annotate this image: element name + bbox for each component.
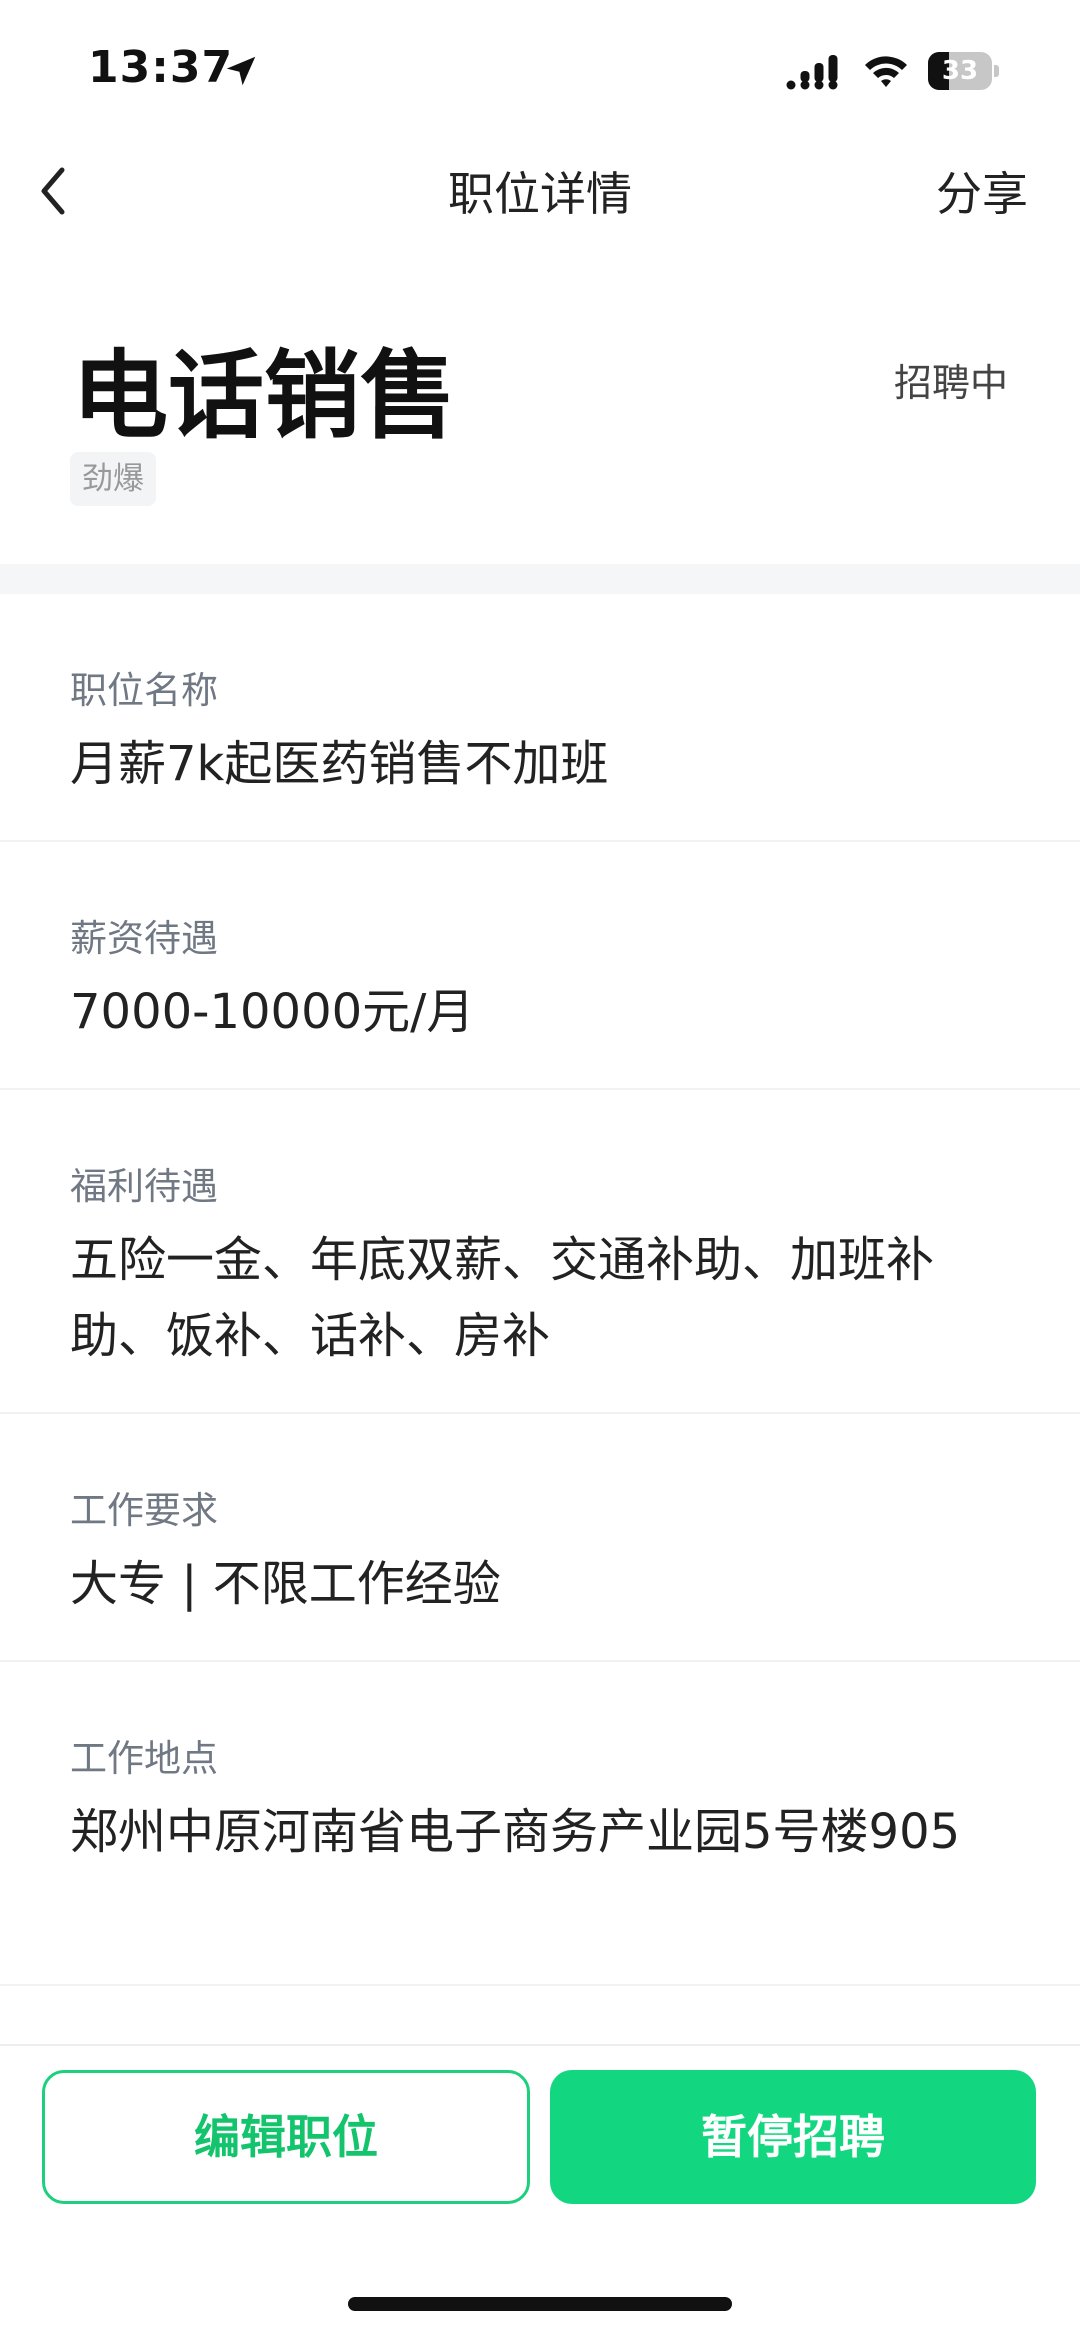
pause-recruiting-button[interactable]: 暂停招聘 xyxy=(550,2070,1036,2204)
section-label: 福利待遇 xyxy=(70,1165,218,1208)
section-salary: 薪资待遇 7000-10000元/月 xyxy=(0,842,1080,1090)
wifi-icon xyxy=(865,56,907,87)
section-job-name: 职位名称 月薪7k起医药销售不加班 xyxy=(0,594,1080,842)
battery-tip xyxy=(994,65,999,77)
section-label: 薪资待遇 xyxy=(70,917,218,960)
section-label: 工作要求 xyxy=(70,1489,218,1532)
section-value: 大专 | 不限工作经验 xyxy=(70,1556,501,1612)
section-value: 五险一金、年底双薪、交通补助、加班补助、饭补、话补、房补 xyxy=(70,1232,935,1364)
nav-bar: 职位详情 分享 xyxy=(0,140,1080,240)
battery-icon: 33 xyxy=(928,52,1000,90)
battery-body: 33 xyxy=(928,52,992,90)
section-divider xyxy=(0,564,1080,594)
recruit-status: 招聘中 xyxy=(893,361,1008,405)
section-value: 月薪7k起医药销售不加班 xyxy=(70,736,609,792)
status-bar: 13:37 33 xyxy=(0,0,1080,140)
location-arrow-icon xyxy=(226,56,256,86)
signal-icon xyxy=(786,55,838,90)
bottom-action-bar: 编辑职位 暂停招聘 xyxy=(0,2044,1080,2339)
edit-job-button[interactable]: 编辑职位 xyxy=(42,2070,530,2204)
section-value: 7000-10000元/月 xyxy=(70,984,475,1040)
section-label: 工作地点 xyxy=(70,1737,218,1780)
section-benefits: 福利待遇 五险一金、年底双薪、交通补助、加班补助、饭补、话补、房补 xyxy=(0,1090,1080,1414)
job-tag: 劲爆 xyxy=(70,452,156,506)
battery-level: 33 xyxy=(941,56,979,86)
home-indicator xyxy=(348,2297,732,2311)
section-requirements: 工作要求 大专 | 不限工作经验 xyxy=(0,1414,1080,1662)
section-label: 职位名称 xyxy=(70,669,218,712)
job-title: 电话销售 xyxy=(72,340,456,452)
share-button[interactable]: 分享 xyxy=(936,158,1028,224)
section-value: 郑州中原河南省电子商务产业园5号楼905 xyxy=(70,1804,961,1860)
page-title: 职位详情 xyxy=(448,167,632,221)
section-location: 工作地点 郑州中原河南省电子商务产业园5号楼905 xyxy=(0,1662,1080,1986)
status-time: 13:37 xyxy=(88,42,234,93)
